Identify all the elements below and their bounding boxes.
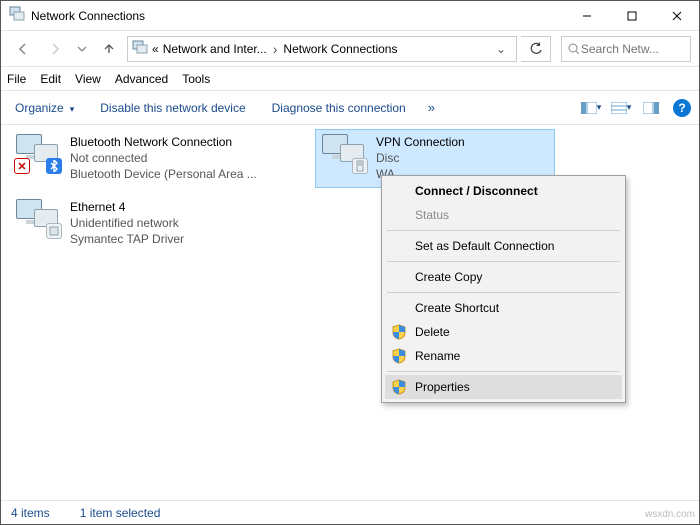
nav-back-button[interactable]: [9, 35, 37, 63]
menu-advanced[interactable]: Advanced: [115, 72, 168, 86]
window-titlebar: Network Connections: [1, 1, 699, 31]
watermark: wsxdn.com: [645, 509, 695, 520]
ctx-set-default[interactable]: Set as Default Connection: [385, 234, 622, 258]
menu-edit[interactable]: Edit: [40, 72, 61, 86]
view-layout-button[interactable]: ▾: [577, 95, 605, 121]
more-commands-button[interactable]: [422, 96, 441, 119]
address-dropdown-icon[interactable]: ⌄: [490, 42, 512, 56]
breadcrumb-separator: [271, 41, 280, 57]
command-bar: Organize Disable this network device Dia…: [1, 91, 699, 125]
connection-device: Bluetooth Device (Personal Area ...: [70, 166, 257, 182]
breadcrumb-ellipsis[interactable]: «: [152, 42, 159, 56]
connection-item-ethernet[interactable]: Ethernet 4 Unidentified network Symantec…: [9, 194, 299, 253]
menu-tools[interactable]: Tools: [182, 72, 210, 86]
search-input[interactable]: [579, 41, 684, 57]
app-icon: [9, 6, 25, 25]
ctx-connect-disconnect[interactable]: Connect / Disconnect: [385, 179, 622, 203]
connection-name: Ethernet 4: [70, 199, 184, 215]
network-adapter-icon: [322, 134, 366, 178]
ctx-separator: [387, 261, 620, 262]
status-bar: 4 items 1 item selected: [1, 500, 699, 524]
disable-device-button[interactable]: Disable this network device: [94, 97, 251, 119]
status-selection: 1 item selected: [80, 506, 161, 520]
menu-bar: File Edit View Advanced Tools: [1, 67, 699, 91]
adapter-overlay-icon: [46, 223, 62, 239]
uac-shield-icon: [391, 324, 407, 343]
connection-status: Unidentified network: [70, 215, 184, 231]
context-menu: Connect / Disconnect Status Set as Defau…: [381, 175, 626, 403]
ctx-separator: [387, 371, 620, 372]
menu-view[interactable]: View: [75, 72, 101, 86]
uac-shield-icon: [391, 348, 407, 367]
network-adapter-icon: ✕: [16, 134, 60, 178]
window-minimize-button[interactable]: [564, 1, 609, 31]
status-count: 4 items: [11, 506, 50, 520]
search-icon: [568, 43, 579, 55]
connection-name: VPN Connection: [376, 134, 465, 150]
connection-status: Disc: [376, 150, 465, 166]
breadcrumb[interactable]: Network and Inter...: [163, 42, 267, 56]
ctx-delete[interactable]: Delete: [385, 320, 622, 344]
nav-forward-button[interactable]: [41, 35, 69, 63]
network-adapter-icon: [16, 199, 60, 243]
menu-file[interactable]: File: [7, 72, 26, 86]
diagnose-button[interactable]: Diagnose this connection: [266, 97, 412, 119]
ctx-properties[interactable]: Properties: [385, 375, 622, 399]
view-mode-button[interactable]: ▾: [607, 95, 635, 121]
nav-history-button[interactable]: [73, 35, 91, 63]
ctx-rename[interactable]: Rename: [385, 344, 622, 368]
ctx-separator: [387, 230, 620, 231]
connection-status: Not connected: [70, 150, 257, 166]
search-box[interactable]: [561, 36, 691, 62]
ctx-create-shortcut[interactable]: Create Shortcut: [385, 296, 622, 320]
window-maximize-button[interactable]: [609, 1, 654, 31]
nav-up-button[interactable]: [95, 35, 123, 63]
ctx-create-copy[interactable]: Create Copy: [385, 265, 622, 289]
organize-button[interactable]: Organize: [9, 97, 80, 119]
bluetooth-overlay-icon: [46, 158, 62, 174]
breadcrumb[interactable]: Network Connections: [283, 42, 397, 56]
window-title: Network Connections: [31, 9, 145, 23]
help-button[interactable]: ?: [673, 99, 691, 117]
server-overlay-icon: [352, 158, 368, 174]
preview-pane-button[interactable]: [637, 95, 665, 121]
address-bar[interactable]: « Network and Inter... Network Connectio…: [127, 36, 517, 62]
ctx-status: Status: [385, 203, 622, 227]
connection-name: Bluetooth Network Connection: [70, 134, 257, 150]
connection-device: Symantec TAP Driver: [70, 231, 184, 247]
navigation-bar: « Network and Inter... Network Connectio…: [1, 31, 699, 67]
connection-item-bluetooth[interactable]: ✕ Bluetooth Network Connection Not conne…: [9, 129, 299, 188]
uac-shield-icon: [391, 379, 407, 398]
folder-icon: [132, 39, 148, 58]
refresh-button[interactable]: [521, 36, 551, 62]
window-close-button[interactable]: [654, 1, 699, 31]
disconnected-overlay-icon: ✕: [14, 158, 30, 174]
ctx-separator: [387, 292, 620, 293]
